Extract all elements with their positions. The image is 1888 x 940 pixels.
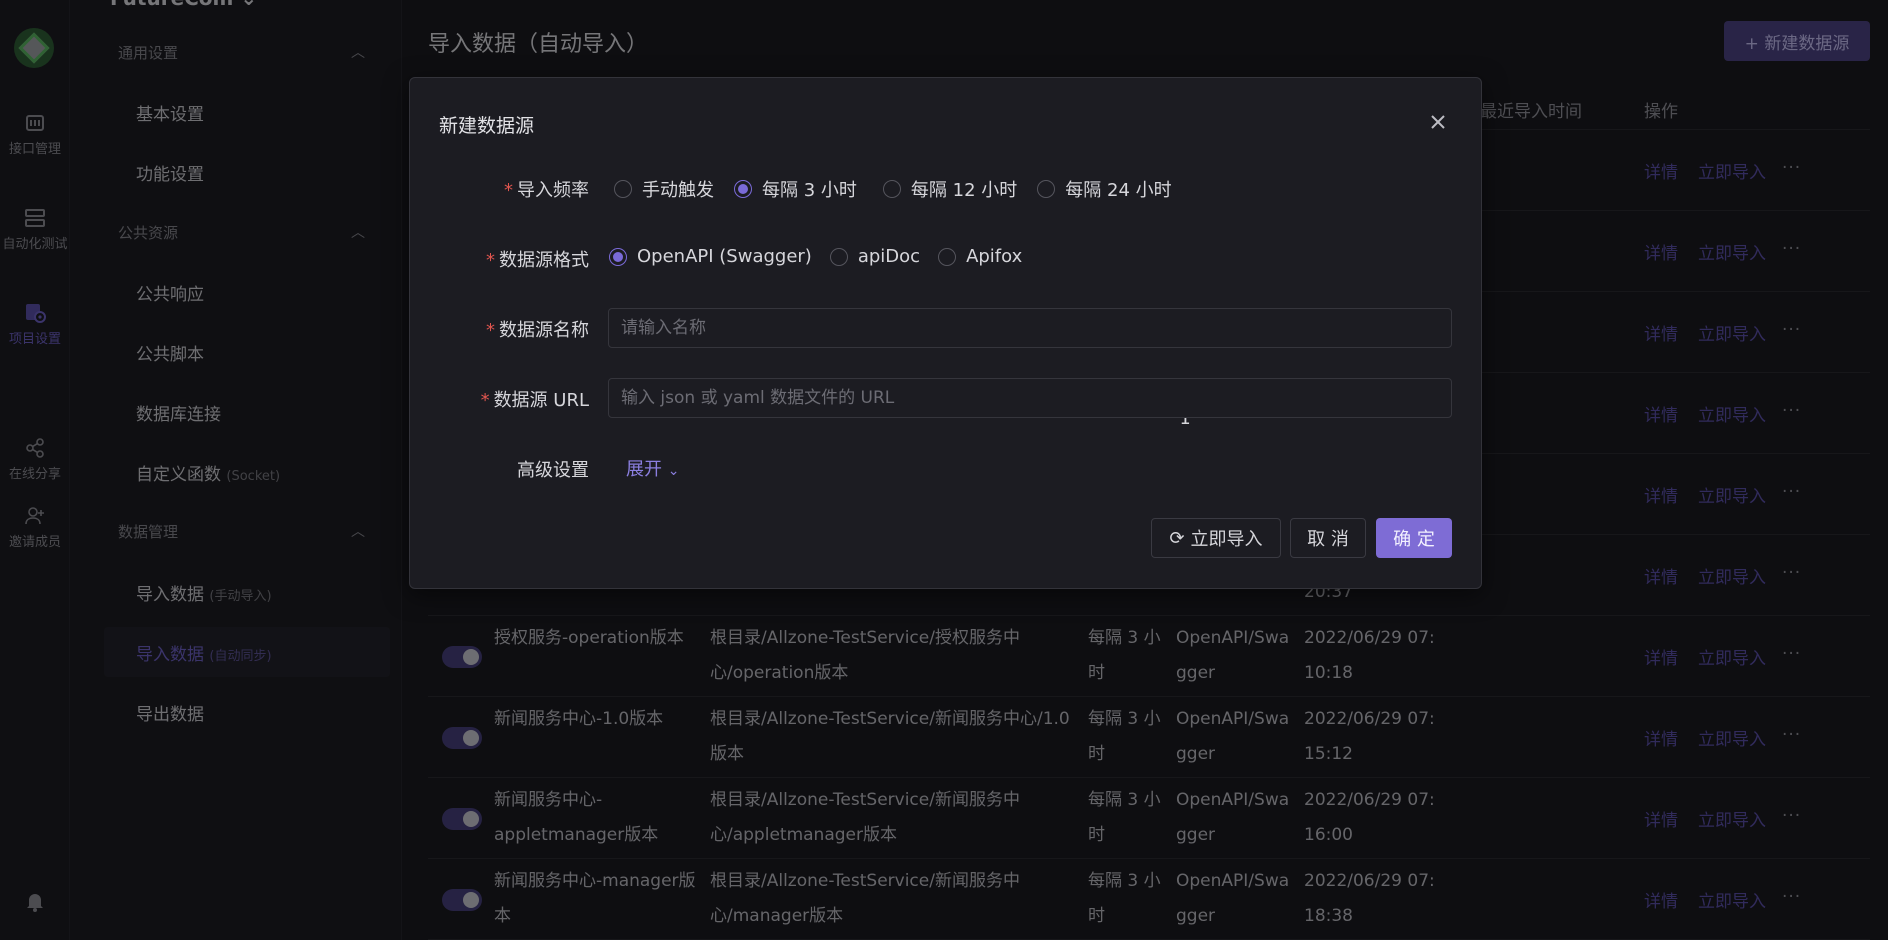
radio-option[interactable]: 手动触发 [614, 176, 714, 202]
format-label: * 数据源格式 [486, 250, 589, 271]
chevron-down-icon: ⌄ [667, 463, 680, 479]
radio-icon [734, 180, 752, 198]
datasource-url-input[interactable] [608, 378, 1452, 418]
new-datasource-dialog: 新建数据源 * 导入频率 手动触发 每隔 3 小时 每隔 12 小时 每隔 24 小时 … [409, 77, 1482, 589]
advanced-label: 高级设置 [517, 460, 589, 481]
radio-icon [938, 247, 957, 266]
radio-option[interactable]: 每隔 3 小时 [734, 176, 857, 202]
radio-icon [614, 180, 632, 198]
radio-icon [1037, 180, 1056, 198]
radio-icon [882, 180, 901, 198]
frequency-radio-group: 手动触发 每隔 3 小时 每隔 12 小时 每隔 24 小时 [614, 176, 1188, 202]
radio-option[interactable]: OpenAPI (Swagger) [609, 246, 812, 267]
refresh-icon: ⟳ [1169, 527, 1185, 549]
datasource-name-input[interactable] [608, 308, 1452, 348]
dialog-title: 新建数据源 [439, 115, 535, 137]
radio-option[interactable]: 每隔 24 小时 [1037, 176, 1172, 202]
name-label: * 数据源名称 [486, 320, 589, 341]
ok-button[interactable]: 确 定 [1376, 518, 1452, 558]
radio-option[interactable]: Apifox [938, 246, 1022, 267]
format-radio-group: OpenAPI (Swagger) apiDoc Apifox [609, 246, 1038, 267]
import-now-button[interactable]: ⟳ 立即导入 [1151, 518, 1281, 558]
frequency-label: * 导入频率 [504, 180, 589, 201]
radio-icon [609, 247, 627, 266]
radio-icon [829, 247, 848, 266]
cancel-button[interactable]: 取 消 [1290, 518, 1366, 558]
advanced-expand-toggle[interactable]: 展开 ⌄ [626, 455, 679, 481]
close-icon[interactable] [1424, 108, 1452, 136]
radio-option[interactable]: apiDoc [829, 246, 920, 267]
radio-option[interactable]: 每隔 12 小时 [882, 176, 1017, 202]
url-label: * 数据源 URL [480, 390, 589, 411]
